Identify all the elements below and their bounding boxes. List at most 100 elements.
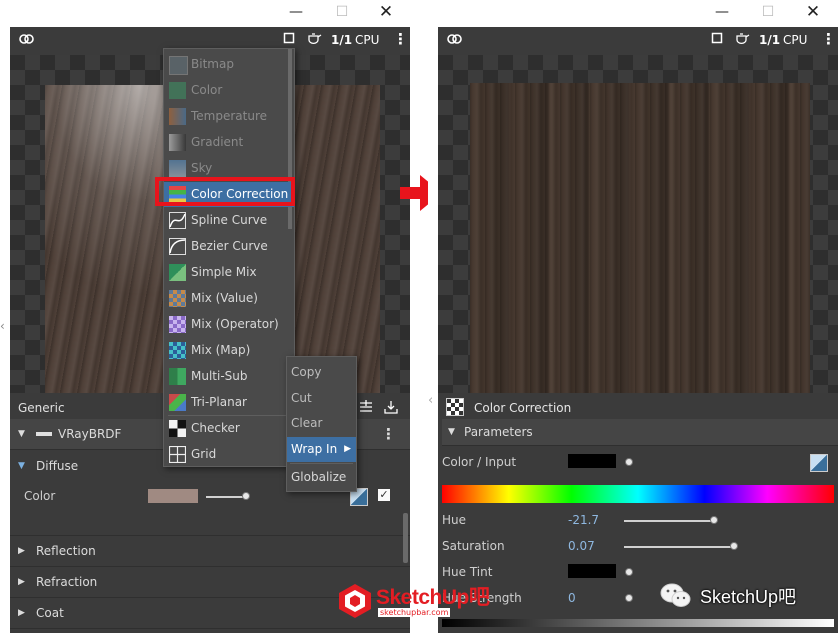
bezier-curve-icon (169, 238, 186, 255)
bitmap-icon (169, 56, 188, 75)
preview-options-icon[interactable] (18, 31, 34, 52)
diffuse-enabled-checkbox[interactable]: ✓ (378, 489, 390, 501)
saturation-row: Saturation 0.07 (438, 537, 838, 561)
import-icon[interactable] (383, 399, 399, 418)
saturation-value[interactable]: 0.07 (568, 539, 595, 553)
hue-tint-slider-knob[interactable] (625, 568, 633, 576)
material-name: VRayBRDF (58, 427, 122, 441)
color-input-label: Color / Input (442, 455, 517, 469)
settings-scrollbar[interactable] (403, 513, 408, 563)
more-options-icon[interactable]: ⋮ (821, 31, 836, 47)
grid-icon (168, 445, 187, 464)
color-input-swatch[interactable] (568, 454, 616, 468)
maximize-button[interactable]: ☐ (752, 2, 784, 24)
reflection-title: Reflection (36, 544, 96, 558)
menu-item-spline-curve[interactable]: Spline Curve (164, 208, 294, 233)
parameters-title: Parameters (464, 425, 533, 439)
submenu-cut[interactable]: Cut (291, 386, 356, 411)
submenu-copy[interactable]: Copy (291, 360, 356, 385)
menu-item-bitmap[interactable]: Bitmap (164, 52, 294, 77)
mix-map-icon (169, 342, 186, 359)
reflection-section[interactable]: ▶ Reflection (10, 535, 410, 567)
color-input-texture-icon[interactable] (810, 454, 828, 472)
hue-slider[interactable] (624, 520, 716, 522)
logo-url-text: sketchupbar.com (378, 608, 451, 617)
add-layer-icon[interactable] (358, 399, 374, 418)
hue-slider-knob[interactable] (710, 516, 718, 524)
color-input-slider-knob[interactable] (625, 458, 633, 466)
preview-ratio[interactable]: 1/1 (331, 31, 352, 49)
submenu-arrow-icon: ▶ (344, 444, 351, 454)
close-button[interactable]: ✕ (797, 2, 829, 24)
multi-sub-icon (169, 368, 186, 385)
menu-item-grid[interactable]: Grid (164, 442, 294, 467)
maximize-button[interactable]: ☐ (326, 2, 358, 24)
submenu-wrap-in[interactable]: Wrap In ▶ (287, 437, 356, 462)
sketchup-cube-icon (339, 584, 371, 618)
teapot-icon[interactable] (734, 31, 750, 50)
right-titlebar: — ☐ ✕ (428, 0, 838, 27)
menu-item-gradient[interactable]: Gradient (164, 130, 294, 155)
expand-arrow-icon[interactable]: ▼ (18, 419, 25, 449)
render-engine-label[interactable]: CPU (355, 31, 379, 49)
color-input-row: Color / Input (438, 449, 838, 475)
saturation-slider-knob[interactable] (730, 542, 738, 550)
diffuse-color-label: Color (24, 489, 56, 503)
hue-strength-value[interactable]: 0 (568, 591, 576, 605)
menu-item-bezier-curve[interactable]: Bezier Curve (164, 234, 294, 259)
diffuse-slider-knob[interactable] (242, 492, 250, 500)
highlight-box (155, 177, 295, 206)
hue-value[interactable]: -21.7 (568, 513, 599, 527)
wechat-watermark: SketchUp吧 (660, 578, 830, 612)
coat-expand-icon[interactable]: ▶ (18, 598, 25, 628)
menu-item-temperature[interactable]: Temperature (164, 104, 294, 129)
parameters-expand-icon[interactable]: ▼ (448, 419, 455, 445)
minimize-button[interactable]: — (280, 2, 312, 24)
preview-ratio[interactable]: 1/1 (759, 31, 780, 49)
submenu-globalize[interactable]: Globalize (291, 465, 356, 490)
reflection-expand-icon[interactable]: ▶ (18, 536, 25, 566)
more-options-icon[interactable]: ⋮ (393, 31, 408, 47)
hue-label: Hue (442, 513, 467, 527)
color-icon (169, 82, 186, 99)
simple-mix-icon (169, 264, 186, 281)
menu-item-mix-operator[interactable]: Mix (Operator) (164, 312, 294, 337)
hue-tint-swatch[interactable] (568, 564, 616, 578)
preview-options-icon[interactable] (446, 31, 462, 52)
refraction-expand-icon[interactable]: ▶ (18, 567, 25, 597)
checker-icon (169, 420, 186, 437)
menu-item-color[interactable]: Color (164, 78, 294, 103)
menu-item-tri-planar[interactable]: Tri-Planar (164, 390, 294, 415)
hue-strength-slider-knob[interactable] (625, 594, 633, 602)
render-engine-label[interactable]: CPU (783, 31, 807, 49)
submenu-clear[interactable]: Clear (291, 411, 356, 436)
minimize-button[interactable]: — (706, 2, 738, 24)
menu-item-mix-value[interactable]: Mix (Value) (164, 286, 294, 311)
hue-spectrum-bar (442, 485, 834, 503)
menu-item-checker[interactable]: Checker (164, 416, 294, 441)
right-texture-preview (438, 55, 838, 415)
teapot-icon[interactable] (306, 31, 322, 50)
parameters-header[interactable]: ▼ Parameters (442, 419, 838, 446)
collapse-left-icon[interactable]: ‹ (428, 393, 438, 409)
texture-slot-submenu: Copy Cut Clear Wrap In ▶ Globalize (286, 356, 357, 492)
render-region-icon[interactable] (711, 31, 723, 49)
menu-item-mix-map[interactable]: Mix (Map) (164, 338, 294, 363)
menu-item-multi-sub[interactable]: Multi-Sub (164, 364, 294, 389)
right-preview-toolbar: 1/1 CPU ⋮ (438, 27, 838, 55)
spline-curve-icon (169, 212, 186, 229)
add-texture-context-menu: Bitmap Color Temperature Gradient Sky Co… (163, 48, 295, 467)
node-title: Color Correction (474, 401, 572, 415)
render-region-icon[interactable] (283, 31, 295, 49)
diffuse-color-swatch[interactable] (148, 489, 198, 503)
menu-item-simple-mix[interactable]: Simple Mix (164, 260, 294, 285)
right-panel: 1/1 CPU ⋮ ‹ Color Correction ▼ Parameter… (428, 27, 838, 633)
diffuse-expand-icon[interactable]: ▼ (18, 451, 25, 481)
layer-menu-icon[interactable]: ⋮ (381, 419, 396, 449)
hue-tint-label: Hue Tint (442, 565, 493, 579)
temperature-icon (169, 108, 186, 125)
left-editor-window: — ☐ ✕ 1/1 CPU ⋮ ‹ Generic ▼ VRayBRDF ⋮ ▼… (0, 0, 410, 633)
saturation-slider[interactable] (624, 546, 736, 548)
close-button[interactable]: ✕ (370, 2, 402, 24)
collapse-left-icon[interactable]: ‹ (0, 319, 10, 335)
